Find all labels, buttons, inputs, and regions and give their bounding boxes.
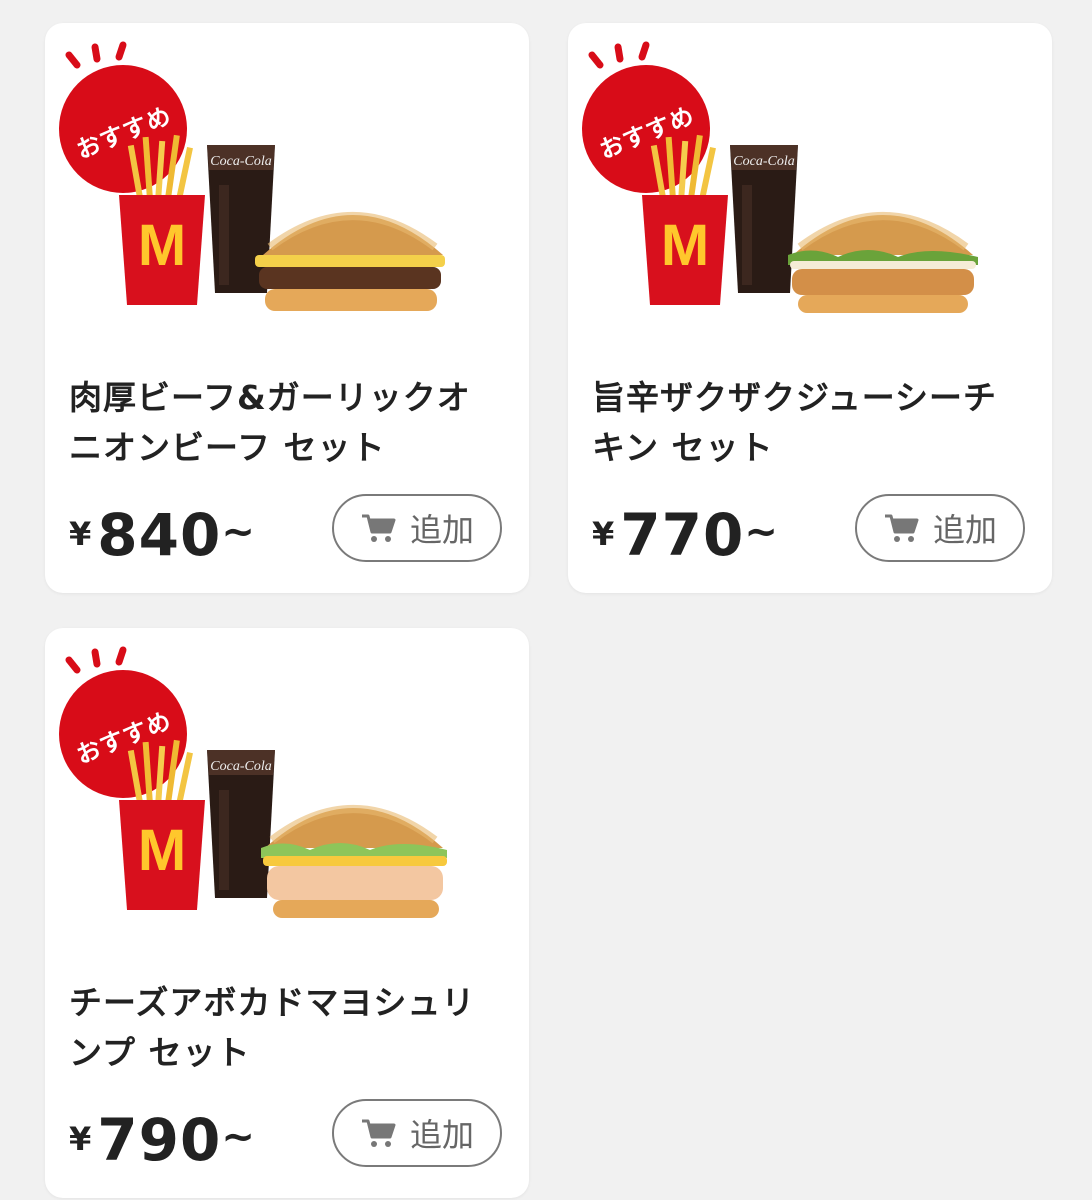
fries-icon: M <box>642 134 728 305</box>
add-to-cart-button[interactable]: 追加 <box>332 1099 502 1167</box>
product-price: ¥770~ <box>592 501 778 569</box>
product-image: M Coca-Cola <box>119 739 447 918</box>
product-image: M Coca-Cola <box>119 134 445 311</box>
svg-text:M: M <box>138 818 186 883</box>
add-to-cart-button[interactable]: 追加 <box>332 494 502 562</box>
product-title: 旨辛ザクザクジューシーチ キン セット <box>592 378 998 467</box>
svg-text:M: M <box>138 213 186 278</box>
cart-icon <box>361 514 396 542</box>
product-title: チーズアボカドマヨシュリ ンプ セット <box>69 983 476 1072</box>
burger-icon <box>261 805 447 918</box>
svg-text:M: M <box>661 213 709 278</box>
svg-text:Coca-Cola: Coca-Cola <box>210 154 271 169</box>
product-title: 肉厚ビーフ&ガーリックオ ニオンビーフ セット <box>69 378 471 467</box>
menu-card[interactable]: おすすめ M Coca-Cola 肉厚ビーフ&ガーリックオ ニオンビーフ セット… <box>45 23 529 593</box>
burger-icon <box>788 212 978 313</box>
add-to-cart-button[interactable]: 追加 <box>855 494 1025 562</box>
burger-icon <box>255 212 445 311</box>
cola-icon: Coca-Cola <box>730 145 798 293</box>
svg-text:Coca-Cola: Coca-Cola <box>210 759 271 774</box>
add-button-label: 追加 <box>409 1116 474 1154</box>
menu-card[interactable]: おすすめ M Coca-Cola 旨辛ザクザクジューシーチ キン セット ¥ 7… <box>568 23 1052 593</box>
product-image: M Coca-Cola <box>642 134 978 313</box>
menu-card[interactable]: おすすめ M Coca-Cola チーズアボカドマヨシュリ ンプ セット ¥ 7… <box>45 628 529 1198</box>
product-price: ¥840~ <box>69 501 255 569</box>
cola-icon: Coca-Cola <box>207 750 275 898</box>
product-price: ¥790~ <box>69 1106 255 1174</box>
svg-text:Coca-Cola: Coca-Cola <box>733 154 794 169</box>
add-button-label: 追加 <box>409 511 474 549</box>
fries-icon: M <box>119 739 205 910</box>
add-button-label: 追加 <box>932 511 997 549</box>
fries-icon: M <box>119 134 205 305</box>
cart-icon <box>361 1119 396 1147</box>
cart-icon <box>884 514 919 542</box>
